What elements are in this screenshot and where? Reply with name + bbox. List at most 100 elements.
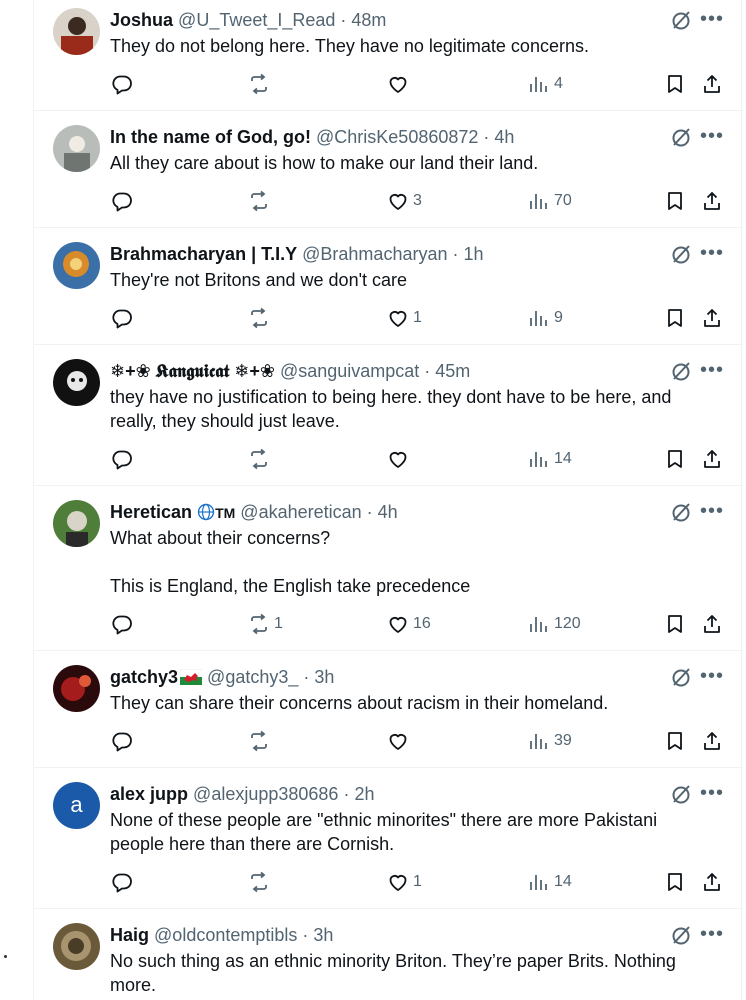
timestamp[interactable]: 4h [378,502,398,522]
timestamp[interactable]: 3h [314,667,334,687]
reply-button[interactable] [111,70,137,98]
grok-icon[interactable] [670,501,692,523]
bookmark-button[interactable] [664,304,686,332]
like-button[interactable]: 16 [387,610,431,638]
like-button[interactable]: 1 [387,304,422,332]
reply-button[interactable] [111,868,137,896]
avatar[interactable] [53,359,100,406]
share-button[interactable] [701,445,723,473]
bookmark-button[interactable] [664,187,686,215]
retweet-button[interactable]: 1 [248,610,283,638]
display-name[interactable]: Joshua [110,10,173,30]
more-icon[interactable]: ••• [700,924,724,949]
more-icon[interactable]: ••• [700,9,724,34]
like-button[interactable] [387,70,413,98]
timestamp[interactable]: 4h [494,127,514,147]
views-button[interactable]: 120 [528,610,581,638]
display-name[interactable]: In the name of God, go! [110,127,311,147]
retweet-icon [248,448,270,470]
bookmark-button[interactable] [664,727,686,755]
display-name[interactable]: gatchy3 [110,667,178,687]
grok-icon[interactable] [670,924,692,946]
more-icon[interactable]: ••• [700,126,724,151]
views-button[interactable]: 39 [528,727,572,755]
retweet-button[interactable] [248,868,274,896]
handle[interactable]: @gatchy3_ [207,667,298,687]
tweet[interactable]: In the name of God, go! @ChrisKe50860872… [34,111,743,228]
bookmark-button[interactable] [664,70,686,98]
like-button[interactable] [387,445,413,473]
handle[interactable]: @U_Tweet_I_Read [178,10,335,30]
reply-button[interactable] [111,304,137,332]
bookmark-button[interactable] [664,610,686,638]
timestamp[interactable]: 3h [313,925,333,945]
bookmark-button[interactable] [664,445,686,473]
grok-icon[interactable] [670,243,692,265]
tweet[interactable]: a alex jupp @alexjupp380686 · 2h ••• None … [34,768,743,909]
views-button[interactable]: 9 [528,304,563,332]
bookmark-button[interactable] [664,868,686,896]
retweet-button[interactable] [248,304,274,332]
display-name[interactable]: Brahmacharyan | T.I.Y [110,244,297,264]
share-button[interactable] [701,187,723,215]
more-icon[interactable]: ••• [700,666,724,691]
grok-icon[interactable] [670,666,692,688]
avatar[interactable] [53,923,100,970]
handle[interactable]: @alexjupp380686 [193,784,338,804]
reply-button[interactable] [111,727,137,755]
views-button[interactable]: 70 [528,187,572,215]
views-button[interactable]: 4 [528,70,563,98]
timestamp[interactable]: 2h [354,784,374,804]
avatar[interactable] [53,125,100,172]
retweet-button[interactable] [248,187,274,215]
avatar[interactable] [53,500,100,547]
share-button[interactable] [701,868,723,896]
handle[interactable]: @ChrisKe50860872 [316,127,478,147]
grok-icon[interactable] [670,783,692,805]
like-button[interactable] [387,727,413,755]
more-icon[interactable]: ••• [700,783,724,808]
display-name[interactable]: Haig [110,925,149,945]
retweet-button[interactable] [248,445,274,473]
avatar[interactable] [53,8,100,55]
tweet[interactable]: Joshua @U_Tweet_I_Read · 48m ••• They do n… [34,0,743,111]
like-button[interactable]: 3 [387,187,422,215]
views-button[interactable]: 14 [528,445,572,473]
display-name[interactable]: ❄+❀ 𝕶𝖆𝖓𝖌𝖚𝖎𝖈𝖆𝖙 ❄+❀ [110,361,275,381]
tweet[interactable]: ❄+❀ 𝕶𝖆𝖓𝖌𝖚𝖎𝖈𝖆𝖙 ❄+❀ @sanguivampcat · 45m •••… [34,345,743,486]
views-icon [528,307,550,329]
timestamp[interactable]: 48m [351,10,386,30]
share-button[interactable] [701,70,723,98]
handle[interactable]: @akaheretican [240,502,361,522]
share-button[interactable] [701,727,723,755]
avatar[interactable]: a [53,782,100,829]
more-icon[interactable]: ••• [700,360,724,385]
timestamp[interactable]: 1h [463,244,483,264]
avatar[interactable] [53,665,100,712]
tweet[interactable]: Haig @oldcontemptibls · 3h ••• No such thi… [34,909,743,1000]
more-icon[interactable]: ••• [700,501,724,526]
reply-button[interactable] [111,445,137,473]
retweet-button[interactable] [248,727,274,755]
timestamp[interactable]: 45m [435,361,470,381]
views-button[interactable]: 14 [528,868,572,896]
like-button[interactable]: 1 [387,868,422,896]
grok-icon[interactable] [670,126,692,148]
grok-icon[interactable] [670,360,692,382]
handle[interactable]: @Brahmacharyan [302,244,447,264]
share-button[interactable] [701,610,723,638]
more-icon[interactable]: ••• [700,243,724,268]
display-name[interactable]: alex jupp [110,784,188,804]
handle[interactable]: @sanguivampcat [280,361,419,381]
tweet[interactable]: Brahmacharyan | T.I.Y @Brahmacharyan · 1h … [34,228,743,345]
retweet-button[interactable] [248,70,274,98]
handle[interactable]: @oldcontemptibls [154,925,297,945]
tweet[interactable]: Heretican TM @akaheretican · 4h ••• What a… [34,486,743,651]
grok-icon[interactable] [670,9,692,31]
display-name[interactable]: Heretican [110,502,192,522]
reply-button[interactable] [111,187,137,215]
reply-button[interactable] [111,610,137,638]
avatar[interactable] [53,242,100,289]
tweet[interactable]: gatchy3 @gatchy3_ · 3h ••• They can share … [34,651,743,768]
share-button[interactable] [701,304,723,332]
